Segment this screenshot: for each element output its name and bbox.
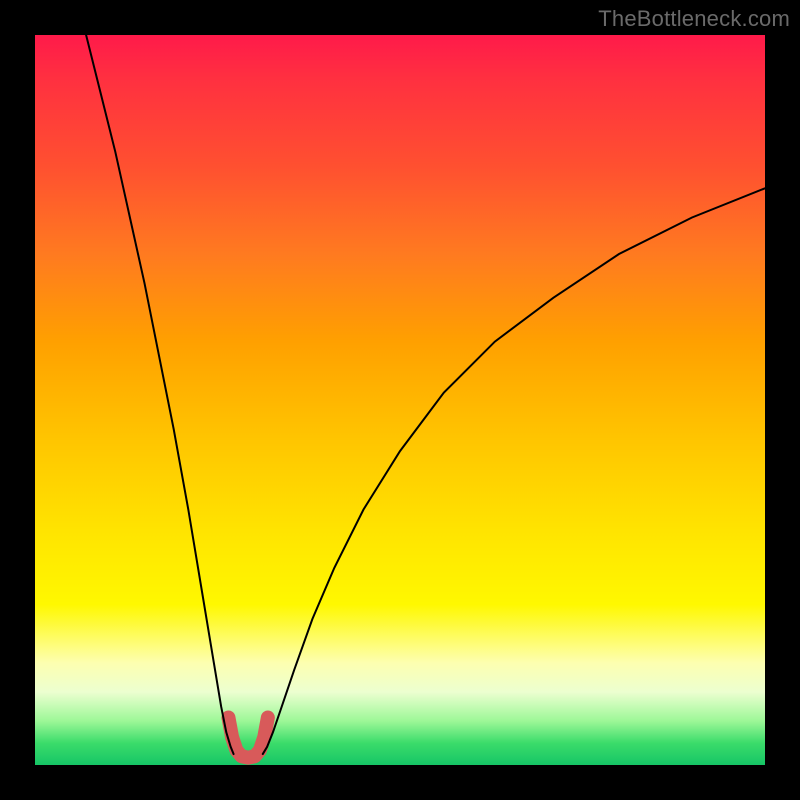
right-branch-path xyxy=(263,188,765,754)
curves-svg xyxy=(35,35,765,765)
trough-highlight-path xyxy=(228,718,267,758)
left-branch-path xyxy=(86,35,233,754)
plot-area xyxy=(35,35,765,765)
watermark-text: TheBottleneck.com xyxy=(598,6,790,32)
chart-root: TheBottleneck.com xyxy=(0,0,800,800)
